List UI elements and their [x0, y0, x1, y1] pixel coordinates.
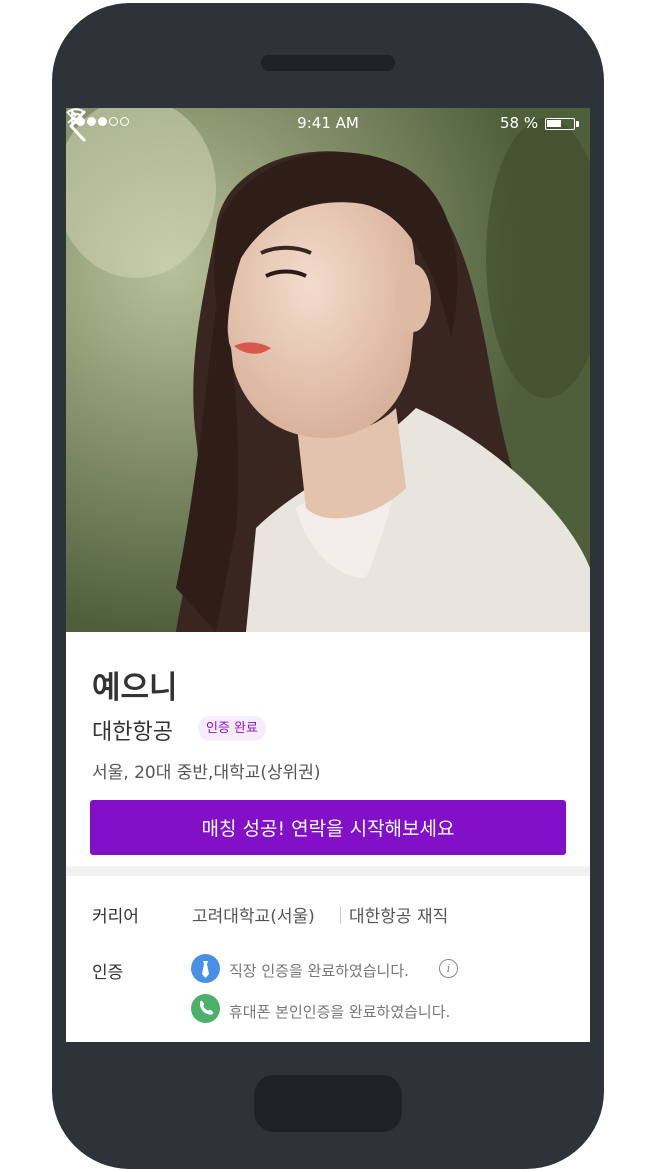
work-verification-text: 직장 인증을 완료하였습니다.: [229, 962, 409, 980]
phone-verification-text: 휴대폰 본인인증을 완료하였습니다.: [229, 1003, 451, 1021]
tie-icon: [191, 954, 220, 983]
verification-label: 인증: [92, 963, 124, 983]
phone-speaker: [261, 55, 395, 71]
profile-name: 예으니: [92, 670, 178, 706]
career-label: 커리어: [92, 907, 139, 927]
profile-photo: 9:41 AM 58 %: [66, 108, 590, 632]
battery-tip: [576, 121, 579, 127]
battery-percentage: 58 %: [500, 114, 539, 132]
back-icon[interactable]: [66, 108, 88, 144]
profile-details: 서울, 20대 중반,대학교(상위권): [92, 763, 321, 783]
home-button[interactable]: [254, 1075, 402, 1132]
app-screen: 9:41 AM 58 % 예으니 대한항공 인증 완료 서울, 20대 중반,대…: [66, 108, 590, 1042]
battery-level: [547, 120, 561, 127]
info-icon[interactable]: i: [439, 959, 458, 978]
career-separator: [340, 906, 341, 924]
verification-badge: 인증 완료: [198, 716, 266, 741]
career-job: 대한항공 재직: [349, 907, 449, 927]
career-school: 고려대학교(서울): [192, 907, 315, 927]
phone-frame: 9:41 AM 58 % 예으니 대한항공 인증 완료 서울, 20대 중반,대…: [52, 3, 604, 1169]
status-bar: 9:41 AM 58 %: [66, 108, 590, 138]
section-divider: [66, 866, 590, 876]
profile-company: 대한항공: [92, 720, 173, 745]
phone-icon: [191, 994, 220, 1023]
profile-photo-illustration: [66, 108, 590, 632]
battery-icon: [545, 118, 575, 130]
start-contact-button[interactable]: 매칭 성공! 연락을 시작해보세요: [90, 800, 566, 855]
